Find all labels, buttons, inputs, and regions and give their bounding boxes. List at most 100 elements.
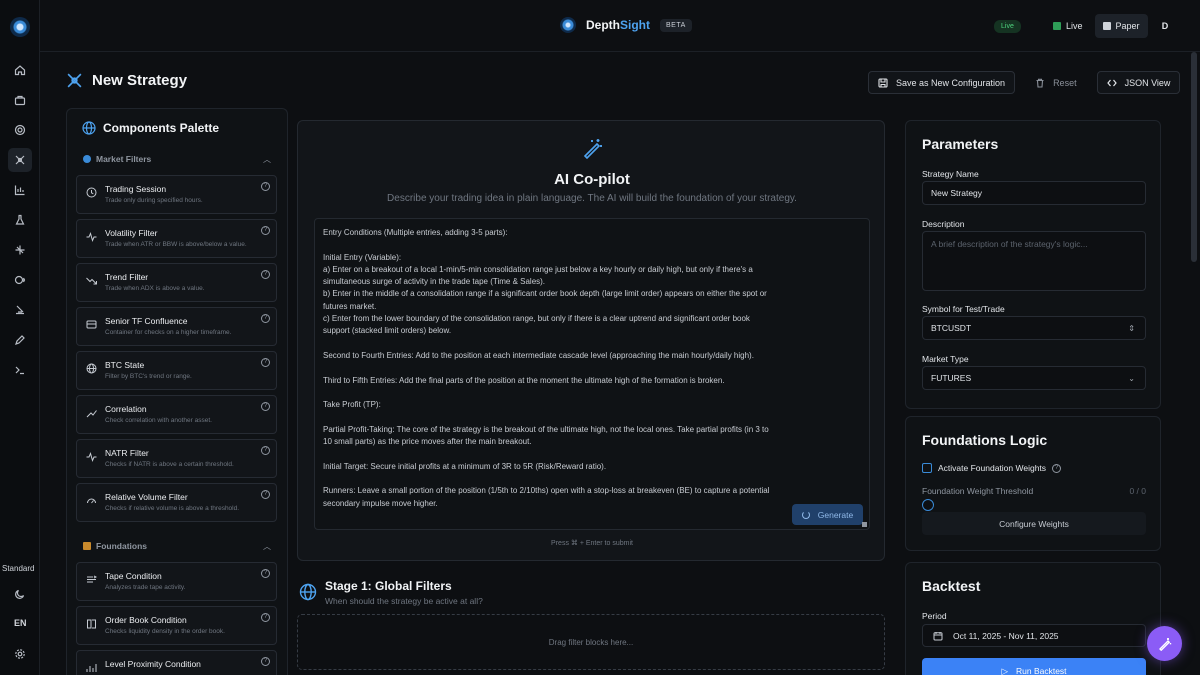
sparkle-icon[interactable] — [8, 238, 32, 262]
component-description: Checks liquidity density in the order bo… — [105, 628, 225, 635]
component-card[interactable]: Trend Filter Trade when ADX is above a va… — [76, 263, 277, 302]
period-picker[interactable]: Oct 11, 2025 - Nov 11, 2025 — [922, 624, 1146, 647]
home-icon[interactable] — [8, 58, 32, 82]
generate-button[interactable]: Generate — [792, 504, 863, 525]
target-icon[interactable] — [8, 118, 32, 142]
component-card[interactable]: Relative Volume Filter Checks if relative… — [76, 483, 277, 522]
chart-icon[interactable] — [8, 178, 32, 202]
strategy-idea-text[interactable]: Entry Conditions (Multiple entries, addi… — [323, 227, 775, 510]
help-icon[interactable]: ? — [261, 226, 270, 235]
component-card[interactable]: Order Book Condition Checks liquidity den… — [76, 606, 277, 645]
component-title: Volatility Filter — [105, 228, 158, 238]
component-title: Trend Filter — [105, 272, 149, 282]
threshold-slider-handle[interactable] — [922, 499, 934, 511]
chevron-up-icon[interactable]: ︿ — [263, 154, 271, 165]
settings-icon[interactable] — [8, 642, 32, 666]
json-view-button[interactable]: JSON View — [1096, 71, 1181, 94]
brand-logo-icon — [560, 17, 576, 33]
market-filters-section-header[interactable]: Market Filters — [83, 154, 151, 164]
symbol-select[interactable]: BTCUSDT ⇕ — [922, 316, 1146, 340]
checkbox-box[interactable] — [922, 463, 932, 473]
filter-dropzone[interactable]: Drag filter blocks here... — [297, 614, 885, 670]
component-card[interactable]: Tape Condition Analyzes trade tape activi… — [76, 562, 277, 601]
help-icon[interactable]: ? — [261, 270, 270, 279]
briefcase-icon[interactable] — [8, 88, 32, 112]
chevron-up-icon[interactable]: ︿ — [263, 541, 271, 552]
stage-1-subtitle: When should the strategy be active at al… — [325, 596, 483, 606]
toolbar: Save as New Configuration Reset JSON Vie… — [868, 71, 1181, 94]
foundations-section-header[interactable]: Foundations — [83, 541, 147, 551]
component-title: NATR Filter — [105, 448, 149, 458]
weight-threshold: Foundation Weight Threshold 0 / 0 — [922, 486, 1146, 496]
ai-assistant-fab[interactable] — [1147, 626, 1182, 661]
component-description: Check correlation with another asset. — [105, 417, 212, 424]
help-icon[interactable]: ? — [1052, 463, 1062, 473]
trend-icon — [86, 277, 97, 285]
chevrons-up-down-icon: ⇕ — [1128, 323, 1135, 333]
component-card[interactable]: Trading Session Trade only during specifi… — [76, 175, 277, 214]
configure-weights-button[interactable]: Configure Weights — [922, 512, 1146, 535]
help-icon[interactable]: ? — [261, 402, 270, 411]
component-card[interactable]: Correlation Check correlation with anothe… — [76, 395, 277, 434]
magic-wand-icon — [1158, 637, 1171, 651]
reset-button[interactable]: Reset — [1025, 71, 1087, 94]
left-rail: Standard EN — [0, 0, 40, 675]
threshold-value: 0 / 0 — [1129, 486, 1146, 496]
component-card[interactable]: BTC State Filter by BTC's trend or range.… — [76, 351, 277, 390]
terminal-icon[interactable] — [8, 358, 32, 382]
foundations-logic-panel: Foundations Logic Activate Foundation We… — [905, 416, 1161, 551]
moon-icon[interactable] — [8, 582, 32, 606]
palette-header: Components Palette — [82, 121, 219, 135]
component-card[interactable]: Senior TF Confluence Container for checks… — [76, 307, 277, 346]
app-logo[interactable] — [10, 17, 30, 37]
globe-icon — [86, 363, 97, 374]
run-backtest-button[interactable]: ▷ Run Backtest — [922, 658, 1146, 675]
avatar[interactable]: D — [1156, 17, 1174, 35]
foundations-logic-title: Foundations Logic — [922, 432, 1048, 448]
spinner-icon — [801, 510, 810, 519]
mode-live-button[interactable]: Live — [1045, 14, 1091, 38]
save-config-button[interactable]: Save as New Configuration — [868, 71, 1016, 94]
trash-icon — [1036, 78, 1044, 88]
help-icon[interactable]: ? — [261, 182, 270, 191]
component-description: Trade only during specified hours. — [105, 197, 203, 204]
component-title: Tape Condition — [105, 571, 162, 581]
help-icon[interactable]: ? — [261, 569, 270, 578]
parameters-title: Parameters — [922, 136, 999, 152]
help-icon[interactable]: ? — [261, 446, 270, 455]
mode-paper-button[interactable]: Paper — [1094, 14, 1148, 38]
resize-handle[interactable] — [862, 522, 867, 527]
component-title: BTC State — [105, 360, 145, 370]
pulse-icon — [86, 452, 97, 462]
help-icon[interactable]: ? — [261, 613, 270, 622]
play-icon: ▷ — [1001, 665, 1008, 675]
submit-hint: Press ⌘ + Enter to submit — [551, 540, 633, 547]
description-input[interactable]: A brief description of the strategy's lo… — [922, 231, 1146, 291]
language-toggle[interactable]: EN — [14, 618, 27, 628]
brain-icon[interactable] — [8, 268, 32, 292]
component-card[interactable]: Volatility Filter Trade when ATR or BBW i… — [76, 219, 277, 258]
symbol-label: Symbol for Test/Trade — [922, 304, 1005, 314]
brand-name: DepthSight — [586, 18, 650, 32]
component-card[interactable]: NATR Filter Checks if NATR is above a cer… — [76, 439, 277, 478]
component-description: Trade when ADX is above a value. — [105, 285, 205, 292]
strategy-idea-input[interactable]: Entry Conditions (Multiple entries, addi… — [314, 218, 870, 530]
activate-weights-checkbox[interactable]: Activate Foundation Weights? — [922, 463, 1062, 473]
flask-icon[interactable] — [8, 208, 32, 232]
tape-icon — [87, 575, 97, 583]
help-icon[interactable]: ? — [261, 358, 270, 367]
strategy-name-input[interactable]: New Strategy — [922, 181, 1146, 205]
help-icon[interactable]: ? — [261, 657, 270, 666]
magic-wand-icon — [583, 139, 602, 159]
help-icon[interactable]: ? — [261, 490, 270, 499]
strategy-icon — [67, 73, 82, 88]
page-scrollbar[interactable] — [1191, 52, 1197, 262]
strategy-icon[interactable] — [8, 148, 32, 172]
bot-icon[interactable] — [8, 298, 32, 322]
brand[interactable]: DepthSight BETA — [560, 17, 692, 33]
help-icon[interactable]: ? — [261, 314, 270, 323]
component-card[interactable]: Level Proximity Condition? — [76, 650, 277, 675]
market-type-select[interactable]: FUTURES ⌄ — [922, 366, 1146, 390]
pencil-icon[interactable] — [8, 328, 32, 352]
component-title: Relative Volume Filter — [105, 492, 188, 502]
